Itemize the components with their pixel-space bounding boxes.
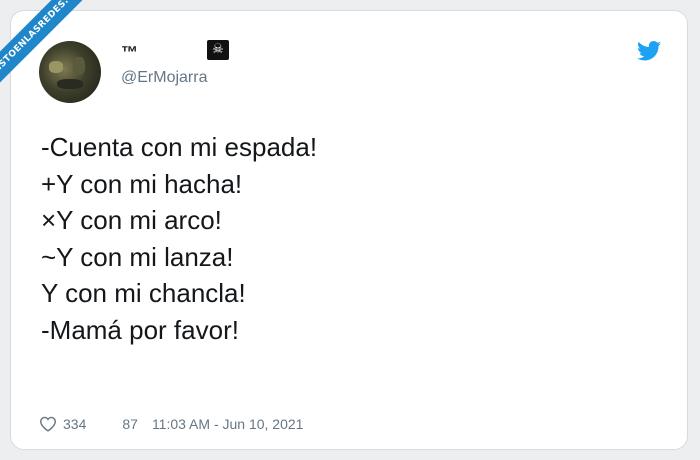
tweet-footer: 334 87 11:03 AM - Jun 10, 2021 <box>39 416 303 432</box>
tweet-card: ™ ☠ @ErMojarra -Cuenta con mi espada! +Y… <box>10 10 688 450</box>
tweet-line: ~Y con mi lanza! <box>41 241 234 272</box>
tweet-text: -Cuenta con mi espada! +Y con mi hacha! … <box>41 129 317 348</box>
retweet-count: 87 <box>122 416 138 432</box>
avatar-detail <box>73 57 85 75</box>
user-handle[interactable]: @ErMojarra <box>121 69 207 87</box>
avatar-detail <box>49 61 63 73</box>
tweet-line: -Mamá por favor! <box>41 314 239 345</box>
tweet-line: -Cuenta con mi espada! <box>41 132 318 162</box>
avatar-detail <box>57 79 83 89</box>
twitter-bird-icon[interactable] <box>637 41 661 61</box>
heart-icon[interactable] <box>39 416 57 432</box>
timestamp[interactable]: 11:03 AM - Jun 10, 2021 <box>152 416 304 432</box>
tweet-line: +Y con mi hacha! <box>41 168 243 199</box>
skull-crossbones-icon: ☠ <box>207 40 229 60</box>
tweet-line: ×Y con mi arco! <box>41 205 222 235</box>
like-count: 334 <box>63 416 87 432</box>
display-name[interactable]: ™ <box>121 43 138 63</box>
avatar[interactable] <box>39 41 101 103</box>
tweet-line: Y con mi chancla! <box>41 278 246 308</box>
